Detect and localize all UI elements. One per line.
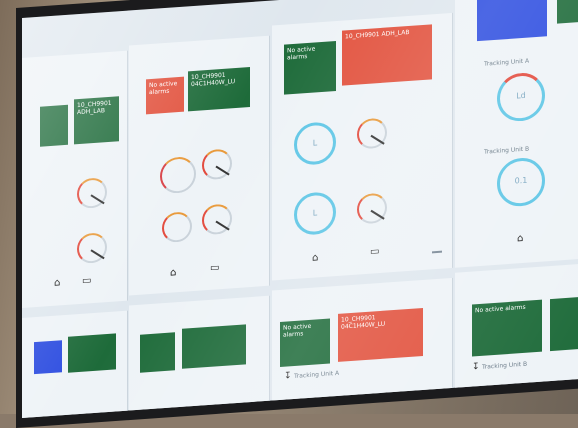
gauge-needle: [215, 220, 230, 231]
status-tile[interactable]: [550, 296, 578, 352]
status-tile[interactable]: [557, 0, 578, 24]
panel-4: [455, 0, 578, 268]
alarm-tile[interactable]: 10_CH9901 ADH_LAB: [74, 96, 119, 145]
home-icon[interactable]: ⌂: [170, 267, 176, 278]
home-icon[interactable]: ⌂: [312, 252, 318, 263]
alarm-tile[interactable]: [68, 333, 116, 373]
home-icon[interactable]: ⌂: [54, 277, 60, 288]
status-tile[interactable]: No active alarms: [280, 318, 330, 367]
status-tile[interactable]: No active alarms: [284, 41, 336, 95]
gauge-needle: [90, 249, 105, 260]
gauge-needle: [370, 209, 385, 220]
thermometer-icon: ↧: [472, 362, 480, 373]
alarm-tile[interactable]: 10_CH9901 04C1H40W_LU: [188, 67, 250, 112]
thermometer-icon: ↧: [284, 371, 292, 382]
alarm-tile-red[interactable]: 10_CH9901 04C1H40W_LU: [338, 307, 423, 362]
dashboard-screen: 10_CH9901 ADH_LAB No active alarms 10_CH…: [22, 0, 578, 418]
status-tile[interactable]: [140, 332, 175, 373]
monitor-icon[interactable]: ▭: [82, 275, 91, 287]
home-icon[interactable]: ⌂: [517, 233, 523, 244]
gauge-needle: [90, 194, 105, 205]
alarm-tile-blue[interactable]: [34, 340, 62, 375]
alarm-tile-blue[interactable]: 1 alarms: [477, 0, 547, 42]
alarm-tile-red[interactable]: No active alarms: [146, 76, 184, 115]
alarm-tile-red[interactable]: 10_CH9901 ADH_LAB: [342, 24, 432, 86]
status-tile[interactable]: [40, 104, 68, 147]
gauge-needle: [370, 134, 385, 145]
monitor-icon[interactable]: ▭: [370, 246, 379, 258]
gauge-needle: [215, 165, 230, 176]
monitor-icon[interactable]: ▭: [210, 262, 219, 274]
status-tile[interactable]: No active alarms: [472, 299, 542, 357]
alarm-tile[interactable]: [182, 324, 246, 369]
panel-1: [22, 50, 128, 308]
